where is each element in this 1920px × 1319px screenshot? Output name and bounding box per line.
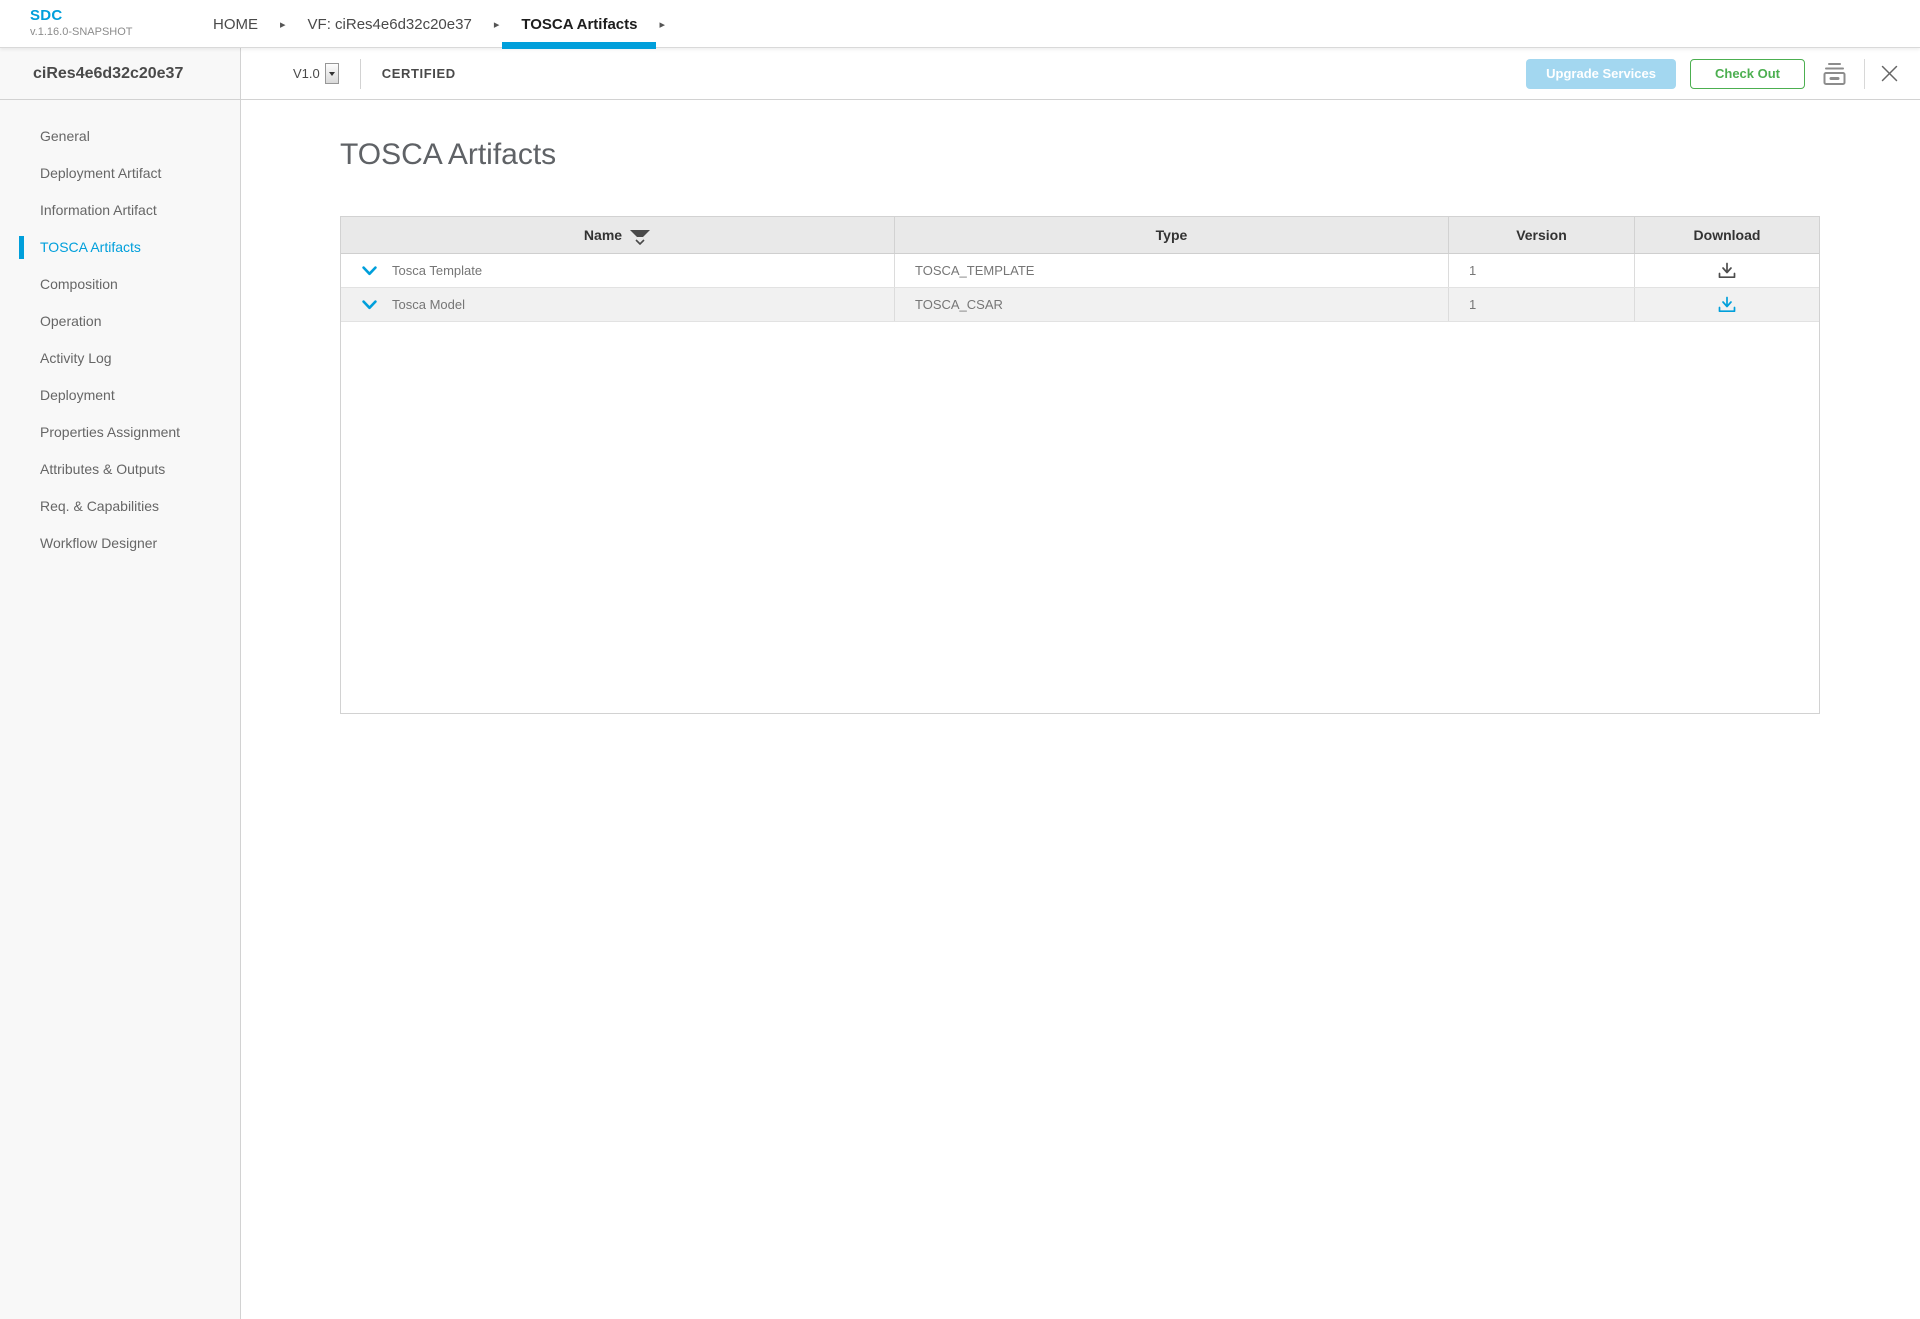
breadcrumb-tab-vf[interactable]: VF: ciRes4e6d32c20e37 — [289, 0, 491, 48]
version-dropdown[interactable] — [325, 63, 339, 84]
sidebar-item-workflow-designer[interactable]: Workflow Designer — [0, 525, 240, 562]
expand-row-button[interactable] — [362, 300, 377, 310]
sidebar-item-activity-log[interactable]: Activity Log — [0, 340, 240, 377]
cell-type: TOSCA_CSAR — [895, 288, 1449, 321]
app-version-text: v.1.16.0-SNAPSHOT — [30, 26, 133, 39]
app-logo-text: SDC — [30, 7, 133, 25]
cell-name: Tosca Model — [341, 288, 895, 321]
cell-download — [1635, 288, 1819, 321]
active-tab-underline — [502, 42, 656, 49]
toolbar-divider — [1864, 59, 1865, 89]
sidebar-item-req-capabilities[interactable]: Req. & Capabilities — [0, 488, 240, 525]
check-out-button[interactable]: Check Out — [1690, 59, 1805, 89]
sidebar-menu: General Deployment Artifact Information … — [0, 100, 241, 1319]
table-row: Tosca Template TOSCA_TEMPLATE 1 — [341, 254, 1819, 288]
column-download-label: Download — [1694, 227, 1761, 243]
breadcrumb-home-label: HOME — [213, 16, 258, 33]
column-header-version[interactable]: Version — [1449, 217, 1635, 253]
cell-version: 1 — [1449, 288, 1635, 321]
breadcrumb-tab-tosca-artifacts[interactable]: TOSCA Artifacts — [502, 0, 656, 48]
page-title: TOSCA Artifacts — [340, 138, 556, 172]
chevron-down-icon — [362, 300, 377, 310]
breadcrumb-arrow-icon: ▸ — [491, 0, 503, 48]
table-row: Tosca Model TOSCA_CSAR 1 — [341, 288, 1819, 322]
breadcrumb-arrow-icon: ▸ — [656, 0, 668, 48]
sidebar-item-tosca-artifacts[interactable]: TOSCA Artifacts — [0, 229, 240, 266]
main-content: TOSCA Artifacts Name Type Version Do — [241, 100, 1920, 1319]
cell-download — [1635, 254, 1819, 287]
entity-toolbar: V1.0 CERTIFIED Upgrade Services Check Ou… — [241, 48, 1920, 99]
column-version-label: Version — [1516, 227, 1567, 243]
breadcrumb-vf-label: VF: ciRes4e6d32c20e37 — [308, 16, 472, 33]
column-header-type[interactable]: Type — [895, 217, 1449, 253]
sort-filter-icon — [629, 229, 651, 245]
sidebar-item-deployment-artifact[interactable]: Deployment Artifact — [0, 155, 240, 192]
close-button[interactable] — [1881, 65, 1898, 82]
sidebar-item-operation[interactable]: Operation — [0, 303, 240, 340]
artifact-type: TOSCA_CSAR — [915, 297, 1003, 312]
download-icon — [1718, 262, 1736, 279]
breadcrumb-tab-home[interactable]: HOME — [194, 0, 277, 48]
download-icon — [1718, 296, 1736, 313]
sidebar-item-deployment[interactable]: Deployment — [0, 377, 240, 414]
artifact-version: 1 — [1469, 297, 1476, 312]
upgrade-services-button[interactable]: Upgrade Services — [1526, 59, 1676, 89]
toolbar-actions: Upgrade Services Check Out — [1526, 59, 1898, 89]
breadcrumb-tosca-label: TOSCA Artifacts — [521, 16, 637, 33]
column-type-label: Type — [1156, 227, 1188, 243]
download-button[interactable] — [1718, 296, 1736, 313]
expand-row-button[interactable] — [362, 266, 377, 276]
cell-version: 1 — [1449, 254, 1635, 287]
app-logo: SDC v.1.16.0-SNAPSHOT — [30, 7, 133, 39]
artifact-name: Tosca Template — [392, 263, 482, 278]
top-nav-bar: SDC v.1.16.0-SNAPSHOT HOME ▸ VF: ciRes4e… — [0, 0, 1920, 48]
dropdown-arrow-icon — [329, 72, 335, 76]
sidebar-item-general[interactable]: General — [0, 118, 240, 155]
sidebar-item-properties-assignment[interactable]: Properties Assignment — [0, 414, 240, 451]
print-icon — [1821, 61, 1848, 86]
breadcrumb-arrow-icon: ▸ — [277, 0, 289, 48]
cell-type: TOSCA_TEMPLATE — [895, 254, 1449, 287]
print-button[interactable] — [1821, 61, 1848, 86]
column-header-name[interactable]: Name — [341, 217, 895, 253]
breadcrumb: HOME ▸ VF: ciRes4e6d32c20e37 ▸ TOSCA Art… — [194, 0, 668, 48]
artifact-version: 1 — [1469, 263, 1476, 278]
sdc-app-window: SDC v.1.16.0-SNAPSHOT HOME ▸ VF: ciRes4e… — [0, 0, 1920, 1319]
entity-title-box: ciRes4e6d32c20e37 — [0, 48, 241, 99]
toolbar-divider — [360, 59, 361, 89]
column-name-label: Name — [584, 227, 622, 243]
artifact-type: TOSCA_TEMPLATE — [915, 263, 1034, 278]
sidebar-item-information-artifact[interactable]: Information Artifact — [0, 192, 240, 229]
entity-header-band: ciRes4e6d32c20e37 V1.0 CERTIFIED Upgrade… — [0, 48, 1920, 100]
sidebar-item-attributes-outputs[interactable]: Attributes & Outputs — [0, 451, 240, 488]
download-button[interactable] — [1718, 262, 1736, 279]
cell-name: Tosca Template — [341, 254, 895, 287]
sidebar-item-composition[interactable]: Composition — [0, 266, 240, 303]
chevron-down-icon — [362, 266, 377, 276]
version-value: V1.0 — [293, 66, 320, 81]
column-header-download[interactable]: Download — [1635, 217, 1819, 253]
table-header-row: Name Type Version Download — [341, 217, 1819, 254]
entity-name: ciRes4e6d32c20e37 — [33, 65, 183, 83]
tosca-artifacts-table: Name Type Version Download — [340, 216, 1820, 714]
lifecycle-state-badge: CERTIFIED — [382, 66, 456, 81]
artifact-name: Tosca Model — [392, 297, 465, 312]
close-icon — [1881, 65, 1898, 82]
